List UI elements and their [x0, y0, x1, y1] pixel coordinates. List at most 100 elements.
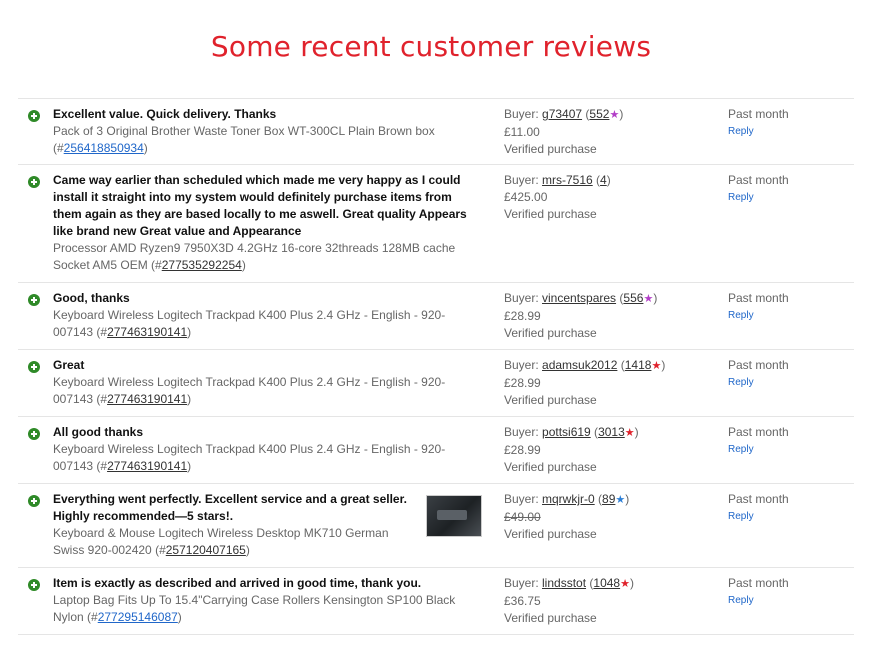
review-item: Laptop Bag Fits Up To 15.4"Carrying Case… — [53, 593, 456, 624]
red-star-icon: ★ — [620, 578, 630, 590]
buyer-info: Buyer: pottsi619 (3013★) £28.99 Verified… — [504, 424, 704, 476]
buyer-link[interactable]: mqrwkjr-0 — [542, 492, 595, 506]
buyer-prefix: Buyer: — [504, 358, 543, 372]
buyer-info: Buyer: vincentspares (556★) £28.99 Verif… — [504, 290, 704, 342]
verified-purchase-label: Verified purchase — [504, 393, 597, 407]
item-number-link[interactable]: 277463190141 — [107, 392, 187, 406]
buyer-prefix: Buyer: — [504, 291, 543, 305]
review-item: Keyboard Wireless Logitech Trackpad K400… — [53, 375, 446, 406]
buyer-prefix: Buyer: — [504, 107, 543, 121]
buyer-feedback-score[interactable]: 1048 — [593, 576, 620, 590]
buyer-info: Buyer: lindsstot (1048★) £36.75 Verified… — [504, 575, 704, 627]
review-row: Came way earlier than scheduled which ma… — [18, 165, 854, 283]
buyer-feedback-score[interactable]: 552 — [589, 107, 609, 121]
review-comment: All good thanks — [53, 425, 143, 439]
purple-star-icon: ★ — [609, 109, 620, 121]
red-star-icon: ★ — [651, 360, 662, 372]
review-content: Item is exactly as described and arrived… — [53, 575, 483, 626]
review-date-col: Past month Reply — [728, 290, 848, 324]
review-comment: Excellent value. Quick delivery. Thanks — [53, 107, 277, 121]
review-row: All good thanks Keyboard Wireless Logite… — [18, 417, 854, 484]
item-title: Processor AMD Ryzen9 7950X3D 4.2GHz 16-c… — [53, 241, 456, 272]
review-row: Everything went perfectly. Excellent ser… — [18, 484, 854, 568]
review-comment: Great — [53, 358, 85, 372]
item-number-link[interactable]: 277295146087 — [98, 610, 178, 624]
reviews-list: Excellent value. Quick delivery. Thanks … — [18, 98, 854, 635]
review-content: Good, thanks Keyboard Wireless Logitech … — [53, 290, 483, 341]
buyer-feedback-score[interactable]: 556 — [623, 291, 643, 305]
reply-link[interactable]: Reply — [728, 508, 848, 525]
blue-star-icon: ★ — [615, 494, 626, 506]
review-content: Great Keyboard Wireless Logitech Trackpa… — [53, 357, 483, 408]
verified-purchase-label: Verified purchase — [504, 326, 597, 340]
review-date-col: Past month Reply — [728, 424, 848, 458]
product-thumbnail[interactable] — [426, 495, 482, 537]
buyer-link[interactable]: mrs-7516 — [542, 173, 593, 187]
review-date: Past month — [728, 576, 789, 590]
review-row: Great Keyboard Wireless Logitech Trackpa… — [18, 350, 854, 417]
buyer-feedback-score[interactable]: 4 — [600, 173, 607, 187]
review-row: Good, thanks Keyboard Wireless Logitech … — [18, 283, 854, 350]
buyer-prefix: Buyer: — [504, 425, 543, 439]
page-title: Some recent customer reviews — [210, 30, 652, 63]
review-comment: Came way earlier than scheduled which ma… — [53, 173, 467, 238]
buyer-prefix: Buyer: — [504, 173, 543, 187]
verified-purchase-label: Verified purchase — [504, 611, 597, 625]
review-content: Excellent value. Quick delivery. Thanks … — [53, 106, 483, 157]
purple-star-icon: ★ — [643, 293, 654, 305]
review-item: Keyboard Wireless Logitech Trackpad K400… — [53, 442, 446, 473]
item-number-link[interactable]: 277535292254 — [162, 258, 242, 272]
item-number-link[interactable]: 277463190141 — [107, 325, 187, 339]
positive-feedback-icon — [28, 294, 40, 306]
review-row: Item is exactly as described and arrived… — [18, 568, 854, 635]
reply-link[interactable]: Reply — [728, 441, 848, 458]
positive-feedback-icon — [28, 495, 40, 507]
buyer-feedback-score[interactable]: 1418 — [625, 358, 652, 372]
review-date-col: Past month Reply — [728, 357, 848, 391]
review-date: Past month — [728, 425, 789, 439]
review-date: Past month — [728, 358, 789, 372]
review-date: Past month — [728, 107, 789, 121]
verified-purchase-label: Verified purchase — [504, 527, 597, 541]
price: £11.00 — [504, 125, 540, 139]
review-row: Excellent value. Quick delivery. Thanks … — [18, 99, 854, 165]
verified-purchase-label: Verified purchase — [504, 460, 597, 474]
buyer-link[interactable]: adamsuk2012 — [542, 358, 617, 372]
item-number-link[interactable]: 257120407165 — [166, 543, 246, 557]
reply-link[interactable]: Reply — [728, 592, 848, 609]
reply-link[interactable]: Reply — [728, 123, 848, 140]
price: £49.00 — [504, 510, 541, 524]
reply-link[interactable]: Reply — [728, 307, 848, 324]
review-item: Keyboard Wireless Logitech Trackpad K400… — [53, 308, 446, 339]
review-date: Past month — [728, 173, 789, 187]
review-date-col: Past month Reply — [728, 106, 848, 140]
reply-link[interactable]: Reply — [728, 189, 848, 206]
item-number-link[interactable]: 277463190141 — [107, 459, 187, 473]
buyer-feedback-score[interactable]: 89 — [602, 492, 615, 506]
buyer-info: Buyer: g73407 (552★) £11.00 Verified pur… — [504, 106, 704, 158]
positive-feedback-icon — [28, 176, 40, 188]
item-number-link[interactable]: 256418850934 — [64, 141, 144, 155]
verified-purchase-label: Verified purchase — [504, 207, 597, 221]
buyer-link[interactable]: lindsstot — [542, 576, 586, 590]
buyer-prefix: Buyer: — [504, 576, 543, 590]
review-date-col: Past month Reply — [728, 575, 848, 609]
buyer-link[interactable]: vincentspares — [542, 291, 616, 305]
positive-feedback-icon — [28, 110, 40, 122]
review-item: Pack of 3 Original Brother Waste Toner B… — [53, 124, 435, 155]
buyer-info: Buyer: mqrwkjr-0 (89★) £49.00 Verified p… — [504, 491, 704, 543]
review-date-col: Past month Reply — [728, 491, 848, 525]
price: £425.00 — [504, 190, 548, 204]
buyer-link[interactable]: g73407 — [542, 107, 582, 121]
buyer-info: Buyer: adamsuk2012 (1418★) £28.99 Verifi… — [504, 357, 704, 409]
reply-link[interactable]: Reply — [728, 374, 848, 391]
positive-feedback-icon — [28, 361, 40, 373]
price: £28.99 — [504, 376, 541, 390]
buyer-feedback-score[interactable]: 3013 — [598, 425, 625, 439]
review-content: Everything went perfectly. Excellent ser… — [53, 491, 413, 559]
buyer-link[interactable]: pottsi619 — [542, 425, 591, 439]
review-content: All good thanks Keyboard Wireless Logite… — [53, 424, 483, 475]
review-comment: Everything went perfectly. Excellent ser… — [53, 492, 407, 523]
review-item: Keyboard & Mouse Logitech Wireless Deskt… — [53, 526, 389, 557]
review-date: Past month — [728, 291, 789, 305]
